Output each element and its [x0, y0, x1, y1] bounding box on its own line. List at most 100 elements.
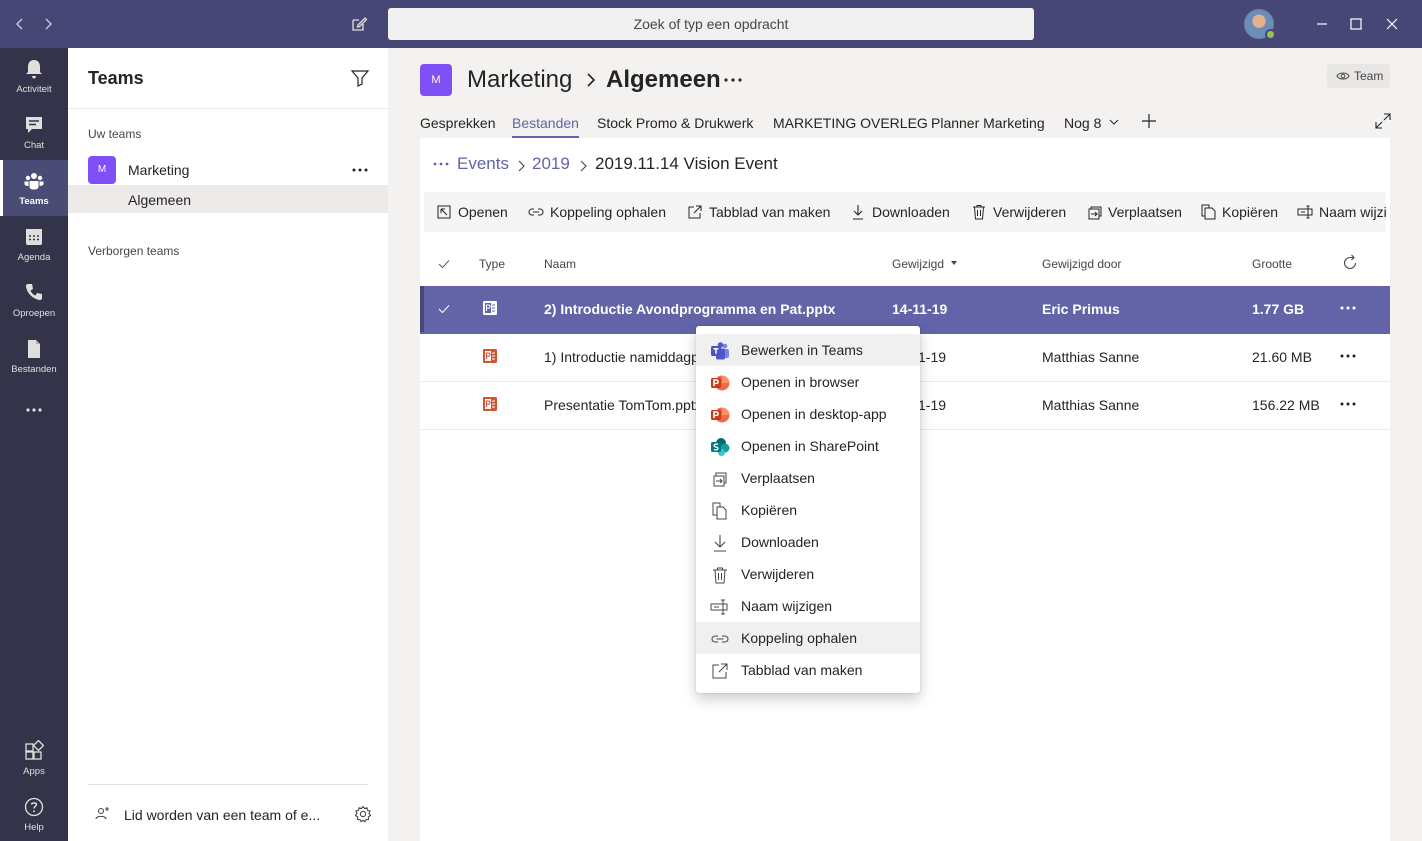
row-more-options-icon[interactable] [1338, 394, 1358, 419]
more-dots-icon [26, 408, 42, 412]
tab-stock-promo[interactable]: Stock Promo & Drukwerk [597, 115, 753, 131]
tab-more[interactable]: Nog 8 [1064, 115, 1120, 131]
tab-planner-marketing[interactable]: Planner Marketing [931, 115, 1045, 131]
back-arrow-icon[interactable] [8, 12, 32, 36]
channel-row-algemeen[interactable]: Algemeen [68, 185, 388, 213]
menu-item-label: Openen in browser [741, 374, 860, 390]
menu-item-open-in-sharepoint[interactable]: Openen in SharePoint [696, 430, 920, 462]
command-label: Downloaden [872, 204, 950, 220]
divider [68, 108, 388, 109]
forward-arrow-icon[interactable] [36, 12, 60, 36]
column-type[interactable]: Type [479, 257, 505, 271]
menu-item-move[interactable]: Verplaatsen [696, 462, 920, 494]
team-avatar: M [420, 64, 452, 96]
menu-item-label: Openen in SharePoint [741, 438, 879, 454]
column-modified[interactable]: Gewijzigd [892, 257, 959, 271]
menu-item-delete[interactable]: Verwijderen [696, 558, 920, 590]
maximize-button[interactable] [1344, 12, 1368, 36]
rail-item-files[interactable]: Bestanden [0, 328, 68, 384]
menu-item-label: Naam wijzigen [741, 598, 833, 614]
apps-icon [25, 740, 44, 760]
menu-item-open-in-browser[interactable]: Openen in browser [696, 366, 920, 398]
bell-icon [26, 60, 42, 79]
tab-marketing-overleg[interactable]: MARKETING OVERLEG [773, 115, 928, 131]
selection-indicator [420, 286, 424, 332]
file-context-menu: Bewerken in Teams Openen in browser Open… [696, 326, 920, 693]
join-team-link[interactable]: Lid worden van een team of e... [124, 807, 320, 823]
rail-item-help[interactable]: Help [0, 786, 68, 841]
breadcrumb-overflow-icon[interactable] [432, 154, 452, 179]
breadcrumb-team[interactable]: Marketing [467, 66, 572, 94]
close-button[interactable] [1380, 12, 1404, 36]
team-name: Marketing [128, 162, 190, 178]
move-icon [710, 469, 730, 489]
open-tab-icon [710, 661, 730, 681]
rail-item-agenda[interactable]: Agenda [0, 216, 68, 272]
add-tab-icon[interactable] [1140, 112, 1158, 130]
breadcrumb-folder[interactable]: Events [457, 154, 509, 174]
powerpoint-icon [482, 300, 498, 319]
channel-more-options-icon[interactable] [722, 64, 744, 92]
copy-icon [710, 501, 730, 521]
row-more-options-icon[interactable] [1338, 346, 1358, 371]
gear-icon[interactable] [354, 805, 372, 823]
sort-down-icon [951, 261, 958, 265]
breadcrumb-folder[interactable]: 2019 [532, 154, 570, 174]
title-bar: Zoek of typ een opdracht [0, 0, 1422, 48]
link-icon [528, 208, 544, 216]
command-label: Kopiëren [1222, 204, 1279, 220]
file-name[interactable]: 2) Introductie Avondprogramma en Pat.ppt… [544, 301, 835, 317]
menu-item-label: Bewerken in Teams [741, 342, 863, 358]
column-modified-by[interactable]: Gewijzigd door [1042, 257, 1121, 271]
expand-icon[interactable] [1374, 112, 1392, 130]
menu-item-make-tab[interactable]: Tabblad van maken [696, 654, 920, 686]
powerpoint-icon [482, 396, 498, 415]
teams-icon [24, 173, 44, 190]
rename-icon [710, 597, 730, 617]
presence-badge [1265, 29, 1276, 40]
teams-pane: Teams Uw teams M Marketing Algemeen Verb… [68, 48, 388, 841]
rail-item-apps[interactable]: Apps [0, 730, 68, 786]
column-size[interactable]: Grootte [1252, 257, 1292, 271]
chat-icon [26, 117, 42, 133]
rail-item-more[interactable] [0, 384, 68, 440]
filter-icon[interactable] [350, 68, 370, 88]
menu-item-copy[interactable]: Kopiëren [696, 494, 920, 526]
search-input[interactable]: Zoek of typ een opdracht [388, 8, 1034, 40]
refresh-icon[interactable] [1341, 254, 1359, 275]
menu-item-get-link[interactable]: Koppeling ophalen [696, 622, 920, 654]
hidden-teams-heading[interactable]: Verborgen teams [88, 244, 179, 258]
move-icon [1088, 206, 1102, 220]
tab-gesprekken[interactable]: Gesprekken [420, 115, 495, 131]
minimize-button[interactable] [1310, 12, 1334, 36]
rail-item-activity[interactable]: Activiteit [0, 48, 68, 104]
teams-app-icon [710, 341, 730, 361]
menu-item-label: Openen in desktop-app [741, 406, 887, 422]
menu-item-edit-in-teams[interactable]: Bewerken in Teams [696, 334, 920, 366]
chevron-right-icon [583, 70, 599, 90]
column-name[interactable]: Naam [544, 257, 576, 271]
file-name[interactable]: Presentatie TomTom.pptx [544, 397, 702, 413]
file-name[interactable]: 1) Introductie namiddagp [544, 349, 699, 365]
team-button[interactable]: Team [1327, 64, 1390, 88]
select-all-check-icon[interactable] [436, 256, 452, 275]
help-icon [24, 797, 44, 817]
pane-title: Teams [88, 68, 144, 88]
menu-item-rename[interactable]: Naam wijzigen [696, 590, 920, 622]
row-check-icon[interactable] [436, 301, 452, 320]
team-more-options-icon[interactable] [348, 158, 372, 182]
rail-item-teams[interactable]: Teams [0, 160, 68, 216]
download-icon [853, 205, 863, 220]
menu-item-download[interactable]: Downloaden [696, 526, 920, 558]
rail-item-chat[interactable]: Chat [0, 104, 68, 160]
menu-item-label: Tabblad van maken [741, 662, 863, 678]
tab-bestanden[interactable]: Bestanden [512, 115, 579, 138]
join-team-icon[interactable] [94, 805, 112, 823]
team-button-label: Team [1354, 69, 1384, 83]
command-label: Verwijderen [993, 204, 1067, 220]
team-row-marketing[interactable]: M Marketing [68, 152, 388, 188]
row-more-options-icon[interactable] [1338, 298, 1358, 323]
menu-item-open-in-desktop-app[interactable]: Openen in desktop-app [696, 398, 920, 430]
rail-item-calls[interactable]: Oproepen [0, 272, 68, 328]
compose-icon[interactable] [347, 12, 371, 36]
